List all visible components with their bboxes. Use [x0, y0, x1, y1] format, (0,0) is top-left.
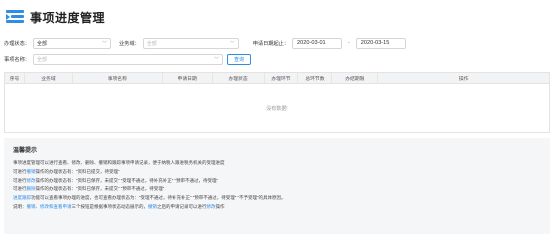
- tip-highlight-link[interactable]: 撤销、修改和查看申请: [27, 204, 72, 209]
- tips-panel: 温馨提示 事项进度管理可以进行查看、修改、删除、撤销和跟踪事项申请记录，便于纳税…: [4, 138, 550, 234]
- date-from-input[interactable]: 2020-03-01: [292, 37, 343, 49]
- tip-text: 三个按钮是根据事项状态动态展示的，: [71, 203, 149, 209]
- domain-label: 业务域：: [118, 40, 140, 47]
- query-button[interactable]: 查询: [226, 53, 251, 65]
- filter-row-2: 事项名称： 全部 ﹀ 查询: [4, 52, 251, 66]
- column-header: 业务域: [25, 73, 73, 83]
- filter-row-1: 办理状态： 全部 ﹀ 业务域： 全部 ﹀ 申请日期起止： 2020-03-01 …: [4, 36, 406, 50]
- tips-list: 事项进度管理可以进行查看、修改、删除、撤销和跟踪事项申请记录，便于纳税人跟进税务…: [13, 159, 541, 212]
- column-header: 申请日期: [163, 73, 213, 83]
- column-header: 总环节数: [298, 73, 333, 83]
- item-name-select[interactable]: 全部 ﹀: [32, 53, 223, 65]
- items-table: 序号 业务域 事项名称 申请日期 办理状态 办理环节 总环节数 办结期限 操作 没有数据!: [4, 72, 550, 133]
- tip-line: 进度跟踪功能可以查看事项办理的进度，也可查看办理状态为：“受理不通过，待补充补正…: [13, 194, 541, 203]
- status-select-value: 全部: [36, 40, 47, 47]
- chevron-down-icon: ﹀: [229, 40, 235, 47]
- tip-highlight-link[interactable]: 撤销: [148, 204, 157, 209]
- tip-line: 事项进度管理可以进行查看、修改、删除、撤销和跟踪事项申请记录，便于纳税人跟进税务…: [13, 159, 541, 168]
- tip-highlight-link[interactable]: 撤销: [27, 169, 36, 174]
- date-to-input[interactable]: 2020-03-15: [355, 37, 406, 49]
- column-header: 操作: [458, 76, 469, 82]
- tip-line: 说明：撤销、修改和查看申请三个按钮是根据事项状态动态展示的，撤销之后的申请记录可…: [13, 203, 541, 212]
- tip-text: 之后的申请记录可以进行: [157, 203, 207, 209]
- item-name-label: 事项名称：: [4, 56, 30, 63]
- empty-state-text: 没有数据!: [266, 105, 288, 112]
- item-name-placeholder: 全部: [36, 56, 47, 63]
- tip-text: 操作的办理状态有：“资料已保存，未提交” “预审不通过，待受理”: [35, 186, 165, 192]
- tip-line: 可进行修改操作的办理状态有：“资料已保存，未提交” “受理不通过，待补充补正” …: [13, 177, 541, 186]
- tips-title: 温馨提示: [13, 148, 38, 154]
- tip-text: 功能可以查看事项办理的进度，也可查看办理状态为：“受理不通过，待补充补正” “预…: [31, 195, 286, 201]
- tip-text: 可进行: [13, 177, 27, 183]
- tip-text: 事项进度管理可以进行查看、修改、删除、撤销和跟踪事项申请记录，便于纳税人跟进税务…: [13, 160, 225, 165]
- tip-text: 操作的办理状态有：“资料已提交，待受理”: [35, 168, 120, 174]
- tip-highlight-link[interactable]: 删除: [27, 186, 36, 191]
- column-header: 办结期限: [332, 73, 379, 83]
- date-separator: -: [348, 40, 350, 46]
- column-header: 办理状态: [213, 73, 265, 83]
- tip-highlight-link[interactable]: 修改: [27, 178, 36, 183]
- status-select[interactable]: 全部 ﹀: [32, 37, 111, 49]
- tip-text: 操作: [215, 203, 225, 209]
- status-label: 办理状态：: [4, 40, 30, 47]
- tip-text: 可进行: [13, 168, 27, 174]
- domain-select[interactable]: 全部 ﹀: [142, 37, 239, 49]
- column-header: 办理环节: [265, 73, 299, 83]
- column-header: 序号: [5, 73, 25, 83]
- tip-highlight-link[interactable]: 修改: [207, 204, 216, 209]
- tip-line: 可进行删除操作的办理状态有：“资料已保存，未提交” “预审不通过，待受理”: [13, 185, 541, 194]
- table-header: 序号 业务域 事项名称 申请日期 办理状态 办理环节 总环节数 办结期限 操作: [5, 73, 549, 84]
- tip-highlight-link[interactable]: 进度跟踪: [13, 195, 31, 200]
- tip-text: 可进行: [13, 186, 27, 192]
- page-header: 事项进度管理: [6, 7, 105, 27]
- chevron-down-icon: ﹀: [213, 56, 219, 63]
- list-logo-icon: [6, 10, 24, 24]
- table-body: 没有数据!: [5, 84, 549, 132]
- column-header: 事项名称: [73, 73, 163, 83]
- date-range-label: 申请日期起止：: [252, 40, 290, 47]
- domain-select-placeholder: 全部: [146, 40, 157, 47]
- tip-line: 可进行撤销操作的办理状态有：“资料已提交，待受理”: [13, 168, 541, 177]
- tip-text: 说明：: [13, 203, 27, 209]
- tip-text: 操作的办理状态有：“资料已保存，未提交” “受理不通过，待补充补正” “预审不通…: [35, 177, 219, 183]
- page-title: 事项进度管理: [30, 10, 106, 25]
- chevron-down-icon: ﹀: [101, 40, 107, 47]
